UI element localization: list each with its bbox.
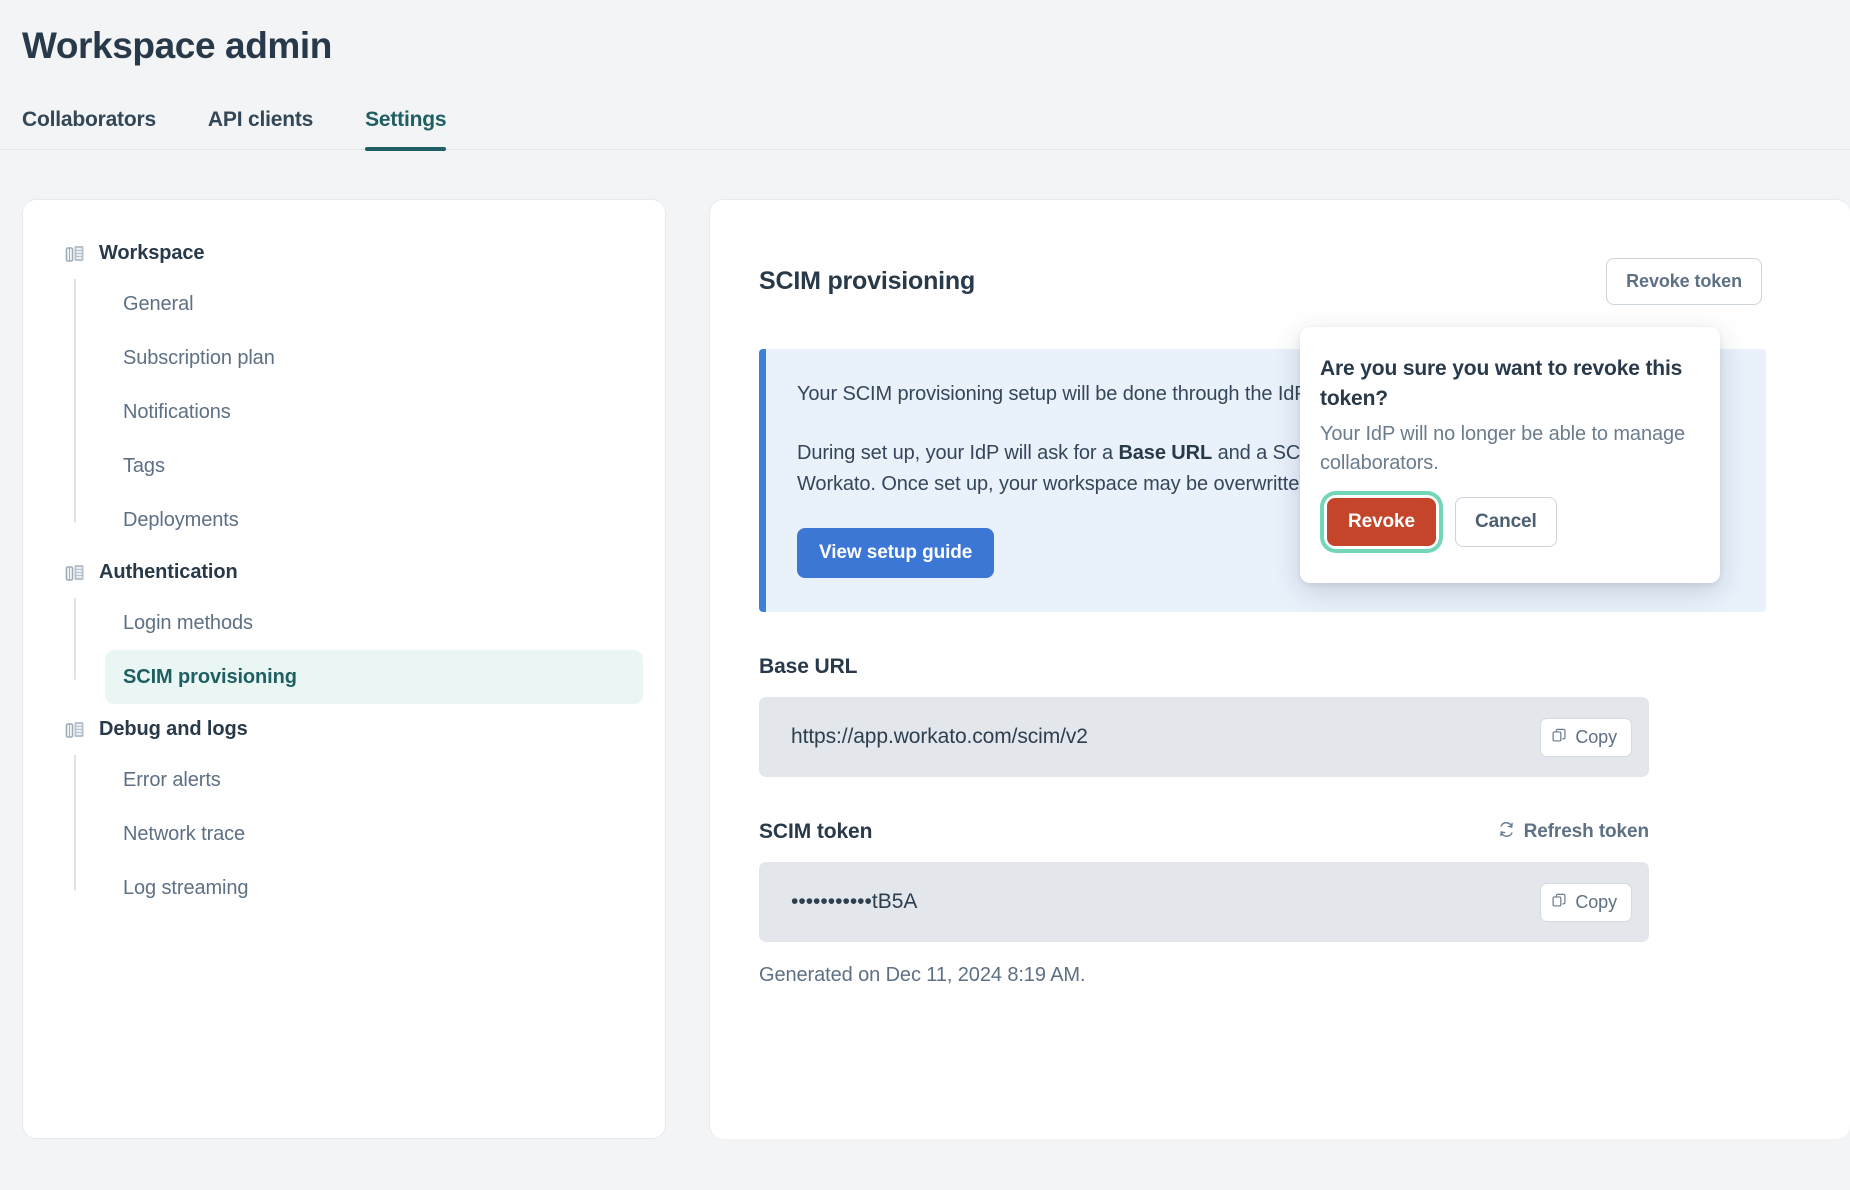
copy-scim-token-button[interactable]: Copy (1540, 883, 1632, 922)
revoke-button-highlight-ring: Revoke (1320, 491, 1443, 553)
token-generated-note: Generated on Dec 11, 2024 8:19 AM. (759, 964, 1810, 987)
sidebar-item-log-streaming[interactable]: Log streaming (105, 861, 643, 915)
base-url-label: Base URL (759, 655, 857, 679)
scim-token-value: •••••••••••tB5A (791, 890, 917, 914)
popover-actions: Revoke Cancel (1320, 491, 1688, 553)
banner-paragraph-2-pre: During set up, your IdP will ask for a (797, 442, 1118, 464)
sidebar-group-workspace[interactable]: Workspace (45, 234, 643, 273)
tab-collaborators[interactable]: Collaborators (22, 108, 156, 149)
refresh-icon (1498, 821, 1515, 844)
authentication-building-icon (65, 563, 85, 583)
workspace-building-icon (65, 244, 85, 264)
page-title: Workspace admin (22, 22, 1850, 70)
nav-group-debug-and-logs: Debug and logs Error alerts Network trac… (45, 710, 643, 915)
popover-title: Are you sure you want to revoke this tok… (1320, 354, 1688, 414)
refresh-token-button[interactable]: Refresh token (1498, 821, 1649, 844)
revoke-token-button[interactable]: Revoke token (1606, 258, 1762, 305)
main-layout: Workspace General Subscription plan Noti… (0, 150, 1850, 1139)
copy-button-label: Copy (1575, 727, 1617, 748)
sidebar-item-login-methods[interactable]: Login methods (105, 596, 643, 650)
copy-icon (1552, 727, 1567, 748)
copy-icon (1552, 892, 1567, 913)
sidebar-item-notifications[interactable]: Notifications (105, 385, 643, 439)
section-title: SCIM provisioning (759, 267, 975, 296)
sidebar-item-error-alerts[interactable]: Error alerts (105, 753, 643, 807)
sidebar-group-debug-and-logs[interactable]: Debug and logs (45, 710, 643, 749)
cancel-revoke-button[interactable]: Cancel (1455, 497, 1557, 547)
sidebar-item-subscription-plan[interactable]: Subscription plan (105, 331, 643, 385)
sidebar-group-authentication[interactable]: Authentication (45, 553, 643, 592)
refresh-token-label: Refresh token (1524, 821, 1649, 843)
sidebar-group-label: Authentication (99, 561, 238, 584)
sidebar-item-deployments[interactable]: Deployments (105, 493, 643, 547)
copy-base-url-button[interactable]: Copy (1540, 718, 1632, 757)
scim-token-readonly-box: •••••••••••tB5A Copy (759, 862, 1649, 942)
scim-token-label: SCIM token (759, 820, 872, 844)
debug-building-icon (65, 720, 85, 740)
base-url-field-head: Base URL (759, 655, 1649, 679)
sidebar-group-label: Debug and logs (99, 718, 248, 741)
tab-bar: Collaborators API clients Settings (0, 70, 1850, 150)
popover-description: Your IdP will no longer be able to manag… (1320, 420, 1688, 479)
scim-token-field-head: SCIM token Refresh token (759, 820, 1649, 844)
scim-token-field-block: SCIM token Refresh token (759, 820, 1810, 987)
tab-api-clients[interactable]: API clients (208, 108, 313, 149)
tab-settings[interactable]: Settings (365, 108, 446, 149)
nav-group-workspace: Workspace General Subscription plan Noti… (45, 234, 643, 547)
sidebar-item-scim-provisioning[interactable]: SCIM provisioning (105, 650, 643, 704)
page-header: Workspace admin (0, 0, 1850, 70)
settings-content-panel: SCIM provisioning Revoke token Your SCIM… (709, 199, 1850, 1139)
sidebar-item-tags[interactable]: Tags (105, 439, 643, 493)
sidebar-group-items-workspace: General Subscription plan Notifications … (45, 277, 643, 547)
sidebar-group-items-authentication: Login methods SCIM provisioning (45, 596, 643, 704)
base-url-value: https://app.workato.com/scim/v2 (791, 725, 1088, 749)
settings-sidebar: Workspace General Subscription plan Noti… (22, 199, 666, 1139)
sidebar-group-items-debug-and-logs: Error alerts Network trace Log streaming (45, 753, 643, 915)
copy-button-label: Copy (1575, 892, 1617, 913)
sidebar-item-network-trace[interactable]: Network trace (105, 807, 643, 861)
revoke-confirmation-popover: Are you sure you want to revoke this tok… (1300, 327, 1720, 582)
section-header: SCIM provisioning Revoke token (759, 258, 1810, 305)
confirm-revoke-button[interactable]: Revoke (1327, 498, 1436, 546)
base-url-field-block: Base URL https://app.workato.com/scim/v2… (759, 655, 1810, 777)
sidebar-group-label: Workspace (99, 242, 204, 265)
base-url-readonly-box: https://app.workato.com/scim/v2 Copy (759, 697, 1649, 777)
banner-base-url-emphasis: Base URL (1118, 442, 1212, 464)
sidebar-item-general[interactable]: General (105, 277, 643, 331)
nav-group-authentication: Authentication Login methods SCIM provis… (45, 553, 643, 704)
view-setup-guide-button[interactable]: View setup guide (797, 528, 994, 578)
